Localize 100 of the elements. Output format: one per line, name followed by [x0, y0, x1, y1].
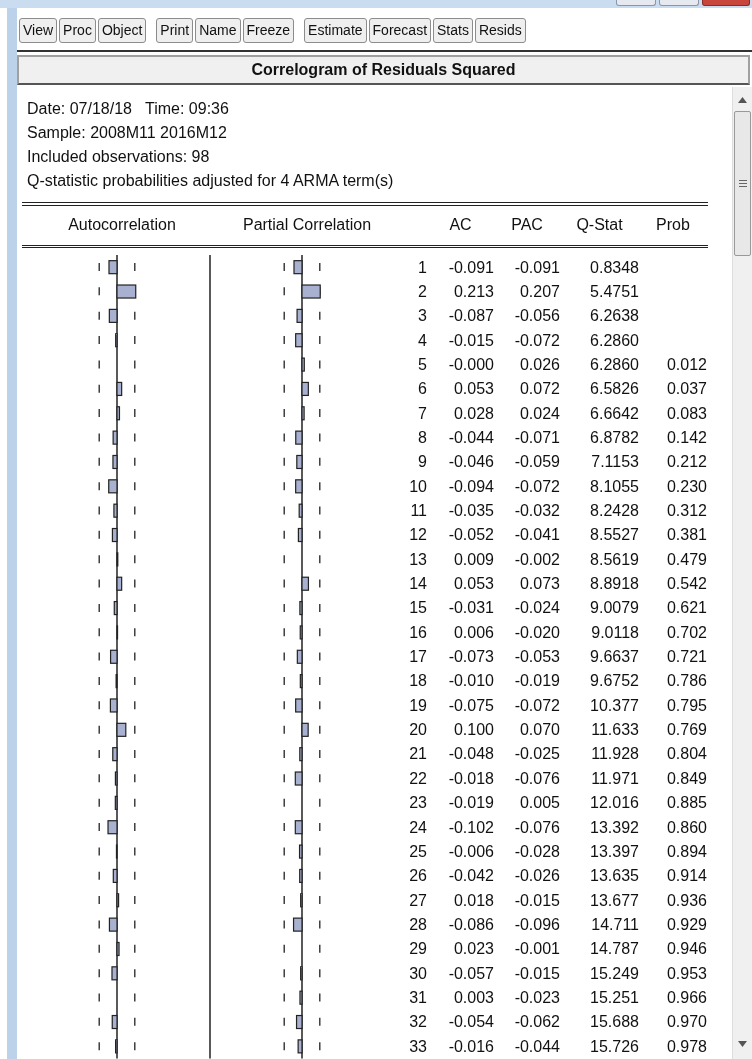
- table-cell: -0.053: [514, 648, 560, 666]
- table-cell: 14.787: [590, 940, 639, 958]
- correlation-bar: [116, 893, 120, 908]
- table-cell: 0.621: [666, 599, 707, 617]
- table-cell: 5: [418, 356, 427, 373]
- table-cell: -0.001: [514, 940, 560, 958]
- table-cell: -0.032: [514, 502, 560, 520]
- info-line: Sample: 2008M11 2016M12: [27, 123, 228, 143]
- table-cell: 28: [409, 915, 427, 933]
- table-cell: -0.062: [514, 1013, 560, 1031]
- table-cell: 0.024: [519, 404, 560, 422]
- table-cell: 8: [418, 429, 427, 446]
- correlation-bar: [301, 577, 310, 592]
- table-cell: 6.2860: [590, 356, 639, 373]
- correlation-bar: [300, 893, 303, 908]
- table-cell: 6.5826: [590, 380, 639, 398]
- table-cell: 0.009: [453, 550, 494, 568]
- table-cell: 18: [409, 672, 427, 690]
- correlation-bar: [296, 455, 303, 470]
- column-header: Partial Correlation: [242, 216, 372, 234]
- table-cell: 14.711: [591, 915, 639, 933]
- scroll-down-icon[interactable]: [738, 1041, 747, 1047]
- table-cell: 13.677: [590, 891, 639, 909]
- table-cell: -0.087: [448, 307, 494, 325]
- table-cell: -0.044: [514, 1037, 560, 1055]
- table-cell: 0.018: [453, 891, 494, 909]
- minimize-button[interactable]: [616, 0, 656, 6]
- toolbar-button[interactable]: Object: [97, 17, 147, 43]
- table-cell: -0.072: [514, 477, 560, 495]
- table-cell: 17: [409, 648, 427, 666]
- correlation-bar: [116, 552, 119, 567]
- table-cell: 0.207: [519, 282, 560, 300]
- toolbar-button[interactable]: Print: [156, 17, 194, 43]
- correlation-bar: [107, 820, 118, 835]
- toolbar-button[interactable]: Estimate: [304, 17, 367, 43]
- table-cell: 0.053: [453, 380, 494, 398]
- correlation-bar: [116, 625, 119, 640]
- info-line: Included observations: 98: [27, 147, 211, 167]
- correlation-bar: [292, 917, 303, 933]
- table-cell: -0.031: [448, 599, 494, 617]
- correlation-bar: [299, 625, 303, 640]
- scroll-up-icon[interactable]: [738, 97, 747, 103]
- table-cell: -0.026: [514, 867, 560, 885]
- table-cell: -0.076: [514, 818, 560, 836]
- table-cell: 4: [418, 331, 427, 349]
- correlation-bar: [300, 966, 303, 981]
- table-cell: 8.8918: [590, 575, 639, 593]
- table-cell: -0.046: [448, 453, 494, 471]
- scrollbar-thumb[interactable]: [734, 111, 751, 256]
- table-cell: 0.312: [666, 502, 707, 520]
- correlation-bar: [296, 309, 303, 324]
- table-cell: 0.142: [666, 429, 707, 446]
- table-cell: 0.083: [666, 404, 707, 422]
- table-cell: -0.016: [448, 1037, 494, 1055]
- table-cell: 10: [409, 477, 427, 495]
- toolbar-button[interactable]: Stats: [433, 17, 473, 43]
- table-cell: -0.018: [448, 769, 494, 787]
- correlation-bar: [112, 747, 118, 762]
- table-cell: 14: [409, 575, 427, 593]
- table-cell: 5.4751: [590, 282, 639, 300]
- table-cell: 6.2638: [590, 307, 639, 325]
- toolbar-button[interactable]: Resids: [474, 17, 526, 43]
- table-cell: 0.946: [666, 940, 707, 958]
- table-cell: -0.025: [514, 745, 560, 763]
- toolbar-button[interactable]: View: [19, 17, 58, 43]
- table-cell: 0.479: [666, 550, 707, 568]
- correlation-bar: [301, 284, 321, 300]
- table-cell: -0.073: [448, 648, 494, 666]
- table-cell: 11.928: [591, 745, 639, 763]
- table-cell: 7: [418, 404, 427, 422]
- table-cell: 32: [409, 1013, 427, 1031]
- table-cell: -0.075: [448, 696, 494, 714]
- table-cell: 26: [409, 867, 427, 885]
- table-cell: -0.006: [448, 842, 494, 860]
- maximize-button[interactable]: [659, 0, 699, 6]
- column-header: Q-Stat: [576, 216, 623, 234]
- table-cell: -0.059: [514, 453, 560, 471]
- close-button[interactable]: [702, 0, 750, 6]
- correlation-bar: [108, 260, 118, 275]
- table-cell: 0.037: [666, 380, 707, 398]
- toolbar-button[interactable]: Forecast: [368, 17, 432, 43]
- table-cell: 15.251: [590, 988, 639, 1006]
- table-cell: 0.072: [519, 380, 560, 398]
- table-cell: 9.6637: [590, 648, 639, 666]
- table-cell: 0.929: [666, 915, 707, 933]
- correlation-bar: [112, 869, 118, 884]
- table-cell: 0.978: [666, 1037, 707, 1055]
- table-cell: 8.5527: [590, 526, 639, 544]
- table-cell: -0.072: [514, 331, 560, 349]
- table-cell: 11: [410, 502, 427, 520]
- table-cell: -0.000: [448, 356, 494, 373]
- toolbar-button[interactable]: Name: [195, 17, 241, 43]
- table-cell: 15.726: [590, 1037, 639, 1055]
- table-cell: 15.249: [590, 964, 639, 982]
- correlation-bar: [115, 674, 118, 689]
- toolbar-button[interactable]: Freeze: [242, 17, 295, 43]
- correlation-bar: [295, 1015, 303, 1030]
- table-cell: -0.042: [448, 867, 494, 885]
- correlation-bar: [116, 284, 137, 300]
- toolbar-button[interactable]: Proc: [59, 17, 96, 43]
